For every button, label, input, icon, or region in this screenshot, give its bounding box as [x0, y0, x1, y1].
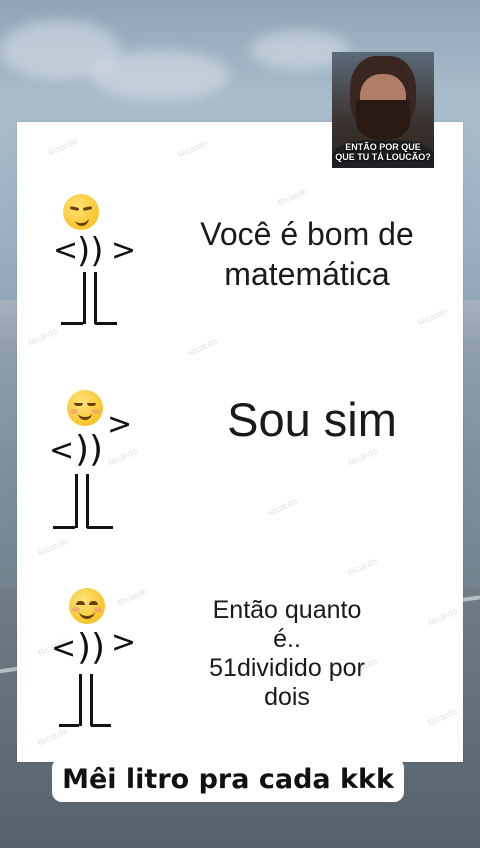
caption-line: QUE TU TÁ LOUCÃO?	[335, 152, 431, 162]
text-line: 51dividido por	[209, 654, 365, 682]
left-arm-symbol: <	[49, 433, 75, 468]
body-symbol: ))	[77, 231, 104, 271]
meme-card: Ricardo Ricardo Ricardo Ricardo Ricardo …	[17, 122, 463, 762]
body-symbol: ))	[77, 627, 106, 668]
facecam-caption: ENTÃO POR QUE QUE TU TÁ LOUCÃO?	[332, 142, 434, 162]
right-arm-symbol: >	[111, 625, 137, 660]
left-arm-symbol: <	[51, 631, 77, 666]
person-beard	[356, 100, 410, 140]
bottom-caption-text: Mêi litro pra cada kkk	[62, 764, 394, 795]
caption-line: ENTÃO POR QUE	[345, 142, 421, 152]
watermark: Ricardo	[426, 705, 459, 729]
legs	[53, 474, 113, 534]
watermark: Ricardo	[266, 495, 299, 519]
text-line: Você é bom de	[200, 216, 414, 252]
stick-figure: < )) >	[47, 588, 137, 727]
right-arm-symbol: >	[111, 233, 137, 268]
question-text: Então quanto é.. 51dividido por dois	[167, 596, 407, 712]
stick-figure: > < ))	[47, 390, 137, 529]
text-line: dois	[264, 683, 310, 711]
smiling-blush-face-icon	[69, 588, 105, 624]
relieved-face-icon	[67, 390, 103, 426]
smirking-face-icon	[63, 194, 99, 230]
watermark: Ricardo	[346, 445, 379, 469]
watermark: Ricardo	[416, 305, 449, 329]
left-arm-symbol: <	[53, 233, 79, 268]
text-line: matemática	[224, 256, 390, 292]
answer-text: Sou sim	[182, 392, 442, 448]
watermark: Ricardo	[346, 555, 379, 579]
bottom-caption-bar: Mêi litro pra cada kkk	[52, 758, 404, 802]
watermark: Ricardo	[426, 605, 459, 629]
cloud	[90, 50, 230, 100]
text-line: Então quanto	[212, 596, 362, 624]
question-text: Você é bom de matemática	[167, 214, 447, 294]
watermark: Ricardo	[276, 185, 309, 209]
text-line: Sou sim	[227, 393, 397, 446]
text-line: é..	[273, 625, 301, 653]
body-symbol: ))	[75, 429, 104, 470]
watermark: Ricardo	[46, 135, 79, 159]
right-arm-symbol: >	[107, 407, 133, 442]
stick-figure: < )) >	[47, 194, 137, 325]
watermark: Ricardo	[176, 137, 209, 161]
legs	[61, 272, 121, 332]
watermark: Ricardo	[36, 535, 69, 559]
watermark: Ricardo	[26, 325, 59, 349]
facecam-overlay: ENTÃO POR QUE QUE TU TÁ LOUCÃO?	[332, 52, 434, 168]
legs	[57, 674, 117, 734]
watermark: Ricardo	[186, 335, 219, 359]
